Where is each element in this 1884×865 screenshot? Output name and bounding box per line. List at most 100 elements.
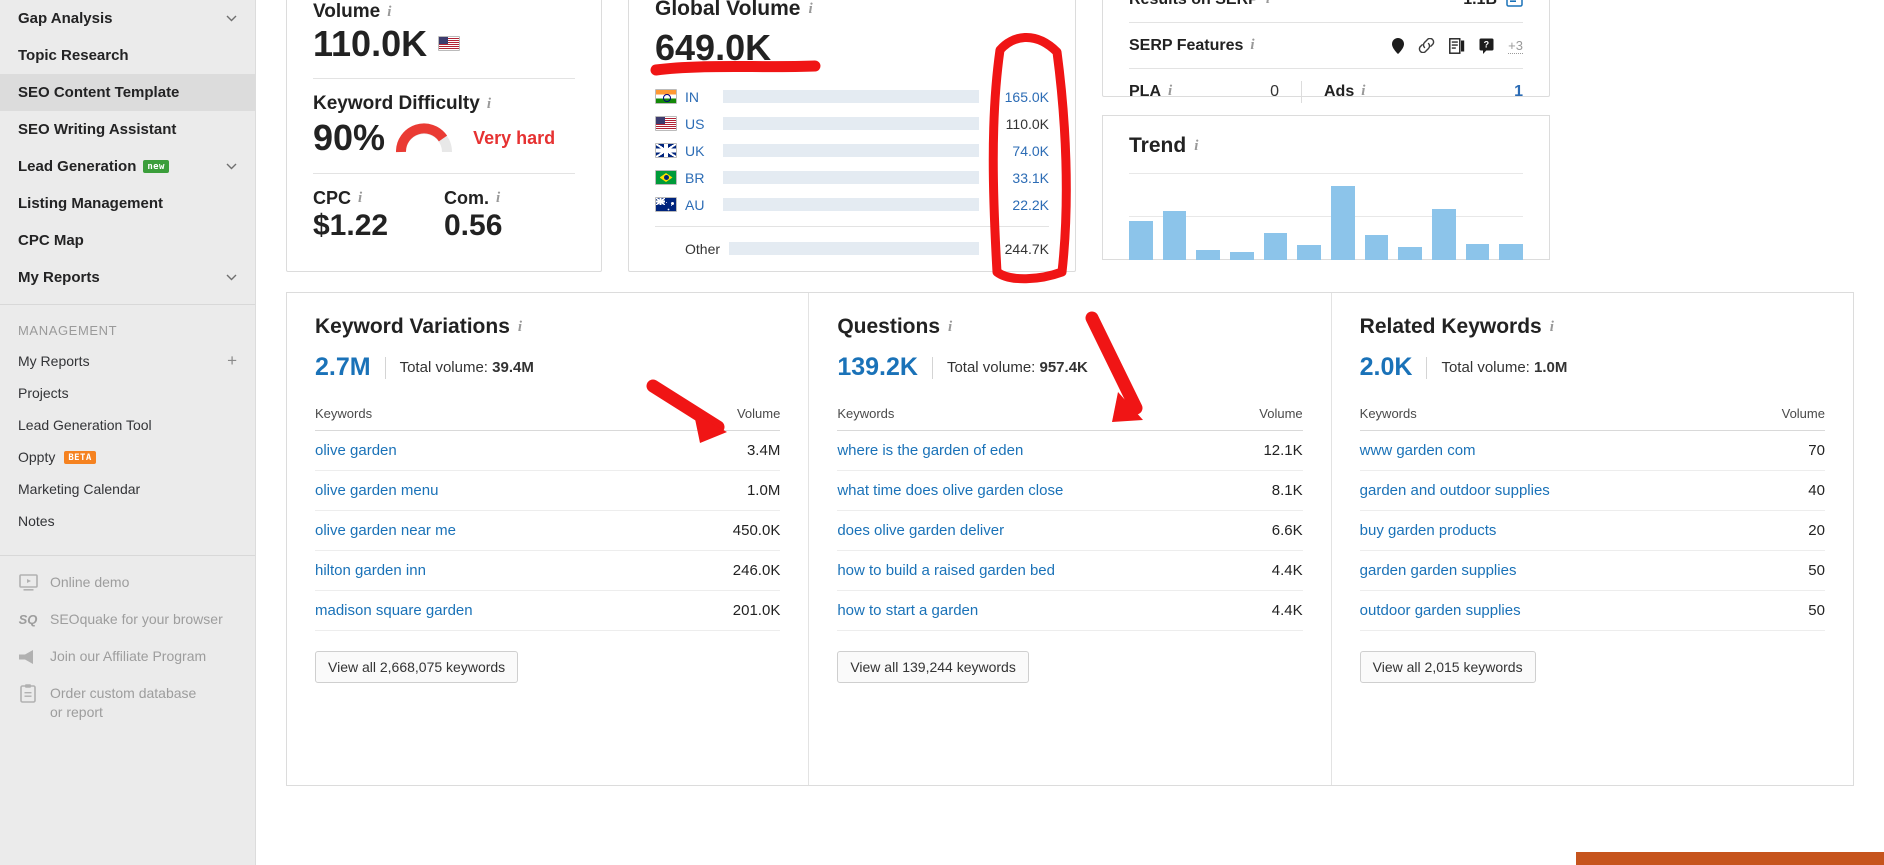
keyword-link[interactable]: garden and outdoor supplies [1360, 482, 1550, 499]
sidebar-item-oppty[interactable]: Oppty BETA [0, 441, 255, 473]
keyword-link[interactable]: where is the garden of eden [837, 442, 1023, 459]
sidebar-item-topic-research[interactable]: Topic Research [0, 37, 255, 74]
table-row: where is the garden of eden 12.1K [837, 430, 1303, 471]
keyword-volume: 50 [1738, 590, 1825, 631]
results-on-serp-label: Results on SERP [1129, 0, 1259, 9]
trend-title-row: Trend i [1103, 116, 1549, 158]
keyword-link[interactable]: how to start a garden [837, 602, 978, 619]
sidebar-divider [0, 304, 255, 305]
info-icon[interactable]: i [1194, 138, 1198, 155]
view-all-related-keywords-button[interactable]: View all 2,015 keywords [1359, 651, 1536, 683]
info-icon[interactable]: i [1168, 83, 1172, 100]
country-code: UK [685, 142, 705, 159]
trend-gridline-mid [1129, 216, 1523, 217]
info-icon[interactable]: i [1361, 83, 1365, 100]
map-pin-icon[interactable] [1392, 37, 1405, 54]
sidebar-item-seo-writing-assistant[interactable]: SEO Writing Assistant [0, 111, 255, 148]
col-header-volume[interactable]: Volume [1227, 406, 1303, 431]
panel-total-volume: Total volume: 957.4K [947, 359, 1088, 376]
view-all-questions-button[interactable]: View all 139,244 keywords [837, 651, 1029, 683]
country-row-uk[interactable]: UK 74.0K [655, 137, 1049, 164]
com-label: Com. [444, 187, 489, 208]
info-icon[interactable]: i [358, 190, 362, 207]
keyword-link[interactable]: www garden com [1360, 442, 1476, 459]
trend-bar [1331, 186, 1355, 260]
sidebar-item-order-custom-report[interactable]: Order custom database or report [0, 675, 255, 731]
country-row-us[interactable]: US 110.0K [655, 110, 1049, 137]
keyword-link[interactable]: olive garden near me [315, 522, 456, 539]
info-icon[interactable]: i [496, 190, 500, 207]
table-row: does olive garden deliver 6.6K [837, 510, 1303, 551]
panel-title: Questions [837, 315, 941, 338]
col-header-keywords[interactable]: Keywords [1359, 406, 1739, 431]
col-header-volume[interactable]: Volume [1738, 406, 1825, 431]
keyword-link[interactable]: hilton garden inn [315, 562, 426, 579]
link-icon[interactable] [1418, 38, 1435, 53]
keyword-volume: 70 [1738, 430, 1825, 471]
sidebar-item-lead-generation-tool[interactable]: Lead Generation Tool [0, 409, 255, 441]
overview-cards-row: Volume i 110.0K Keyword Difficulty i 90%… [286, 0, 1854, 272]
view-all-keyword-variations-button[interactable]: View all 2,668,075 keywords [315, 651, 519, 683]
keyword-link[interactable]: does olive garden deliver [837, 522, 1004, 539]
sidebar-item-my-reports-mgmt[interactable]: My Reports + [0, 345, 255, 377]
info-icon[interactable]: i [1266, 0, 1270, 8]
sidebar-item-lead-generation[interactable]: Lead Generation new [0, 148, 255, 185]
keyword-link[interactable]: how to build a raised garden bed [837, 562, 1055, 579]
info-icon[interactable]: i [387, 4, 391, 21]
sidebar-item-seoquake[interactable]: SQ SEOquake for your browser [0, 601, 255, 638]
info-icon[interactable]: i [1550, 319, 1554, 336]
country-row-au[interactable]: AU 22.2K [655, 191, 1049, 218]
keyword-link[interactable]: olive garden [315, 442, 397, 459]
keyword-link[interactable]: outdoor garden supplies [1360, 602, 1521, 619]
keyword-link[interactable]: buy garden products [1360, 522, 1497, 539]
sidebar-item-affiliate-program[interactable]: Join our Affiliate Program [0, 638, 255, 675]
sidebar-item-projects[interactable]: Projects [0, 377, 255, 409]
info-icon[interactable]: i [487, 96, 491, 113]
info-icon[interactable]: i [518, 319, 522, 336]
table-row: hilton garden inn 246.0K [315, 550, 781, 591]
keyword-difficulty-value: 90% [313, 117, 386, 159]
global-volume-title: Global Volume [655, 0, 801, 20]
country-bar-track [723, 90, 979, 103]
country-row-br[interactable]: BR 33.1K [655, 164, 1049, 191]
sidebar-item-my-reports[interactable]: My Reports [0, 259, 255, 296]
global-volume-title-row: Global Volume i [655, 0, 1049, 21]
sidebar-item-gap-analysis[interactable]: Gap Analysis [0, 0, 255, 37]
country-row-in[interactable]: IN 165.0K [655, 83, 1049, 110]
info-icon[interactable]: i [948, 319, 952, 336]
document-list-icon[interactable] [1506, 0, 1523, 12]
total-volume-value: 39.4M [492, 359, 534, 376]
sidebar-item-listing-management[interactable]: Listing Management [0, 185, 255, 222]
table-row: madison square garden 201.0K [315, 590, 781, 631]
reviews-icon[interactable] [1449, 37, 1465, 54]
plus-icon[interactable]: + [227, 351, 237, 371]
volume-value-row: 110.0K [313, 23, 575, 64]
faq-icon[interactable]: ? [1479, 38, 1494, 54]
col-header-keywords[interactable]: Keywords [837, 406, 1228, 431]
col-header-volume[interactable]: Volume [672, 406, 781, 431]
keyword-link[interactable]: madison square garden [315, 602, 473, 619]
keyword-link[interactable]: garden garden supplies [1360, 562, 1517, 579]
pla-ads-row: PLA i 0 Ads i 1 [1103, 69, 1549, 114]
results-on-serp-value-row: ~1.1B [1454, 0, 1523, 12]
sidebar-item-cpc-map[interactable]: CPC Map [0, 222, 255, 259]
table-row: how to build a raised garden bed 4.4K [837, 550, 1303, 591]
col-header-keywords[interactable]: Keywords [315, 406, 673, 431]
sidebar-item-online-demo[interactable]: Online demo [0, 564, 255, 601]
country-volume: 33.1K [1012, 169, 1049, 186]
info-icon[interactable]: i [1250, 37, 1254, 54]
keyword-link[interactable]: what time does olive garden close [837, 482, 1063, 499]
info-icon[interactable]: i [808, 1, 812, 18]
difficulty-rating: Very hard [473, 127, 556, 148]
sidebar-item-notes[interactable]: Notes [0, 505, 255, 537]
sidebar-item-seo-content-template[interactable]: SEO Content Template [0, 74, 255, 111]
trend-bar [1162, 210, 1187, 260]
total-volume-label: Total volume: [1441, 359, 1530, 376]
trend-bar [1398, 247, 1423, 260]
serp-features-row: SERP Features i ? +3 [1103, 23, 1549, 68]
serp-features-label: SERP Features [1129, 36, 1244, 54]
sidebar-item-marketing-calendar[interactable]: Marketing Calendar [0, 473, 255, 505]
ads-label: Ads [1324, 82, 1355, 100]
serp-features-more[interactable]: +3 [1508, 38, 1523, 54]
keyword-link[interactable]: olive garden menu [315, 482, 438, 499]
